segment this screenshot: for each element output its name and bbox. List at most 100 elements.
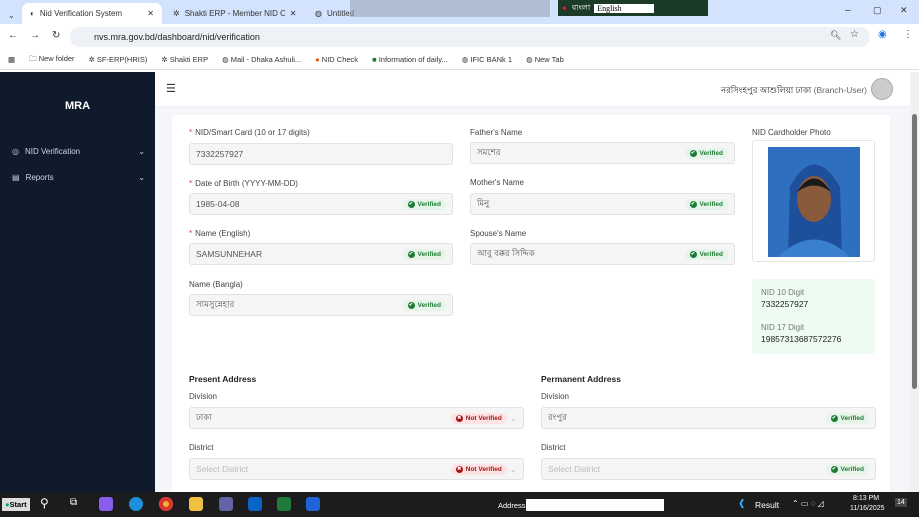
- present-division-select[interactable]: ঢাকা ✖ Not Verified ⌄: [189, 407, 524, 429]
- father-input[interactable]: সমশের ✔ Verified: [470, 142, 735, 164]
- menu-icon[interactable]: ⋮: [903, 29, 913, 40]
- name-en-input[interactable]: SAMSUNNEHAR ✔ Verified: [189, 243, 453, 265]
- avatar[interactable]: [871, 78, 893, 100]
- profile-icon[interactable]: ◉: [878, 29, 887, 40]
- table-icon: ▤: [12, 173, 20, 182]
- bookmark[interactable]: ✲ Shakti ERP: [161, 55, 208, 64]
- verified-badge: ✔ Verified: [684, 248, 728, 260]
- floating-toolbar[interactable]: [350, 0, 550, 17]
- name-bn-input[interactable]: সামসুন্নেহার ✔ Verified: [189, 294, 453, 316]
- back-icon[interactable]: ←: [8, 30, 18, 41]
- tab-bar: ⌄ ◐ Nid Verification System ✕ ✲ Shakti ERP …: [0, 0, 919, 24]
- not-verified-badge: ✖ Not Verified: [450, 412, 507, 424]
- sidebar: MRA ◎ NID Verification ⌄ ▤ Reports ⌄: [0, 72, 155, 492]
- zoom-icon[interactable]: 🔍︎: [830, 30, 841, 41]
- tray-icons[interactable]: ⌃ ▭ ◌ ◿: [792, 499, 824, 508]
- father-label: Father's Name: [470, 128, 523, 137]
- sidebar-item-nid-verification[interactable]: ◎ NID Verification ⌄: [12, 147, 145, 156]
- dob-input[interactable]: 1985-04-08 ✔ Verified: [189, 193, 453, 215]
- notification-badge[interactable]: 14: [895, 498, 907, 507]
- scrollbar-thumb[interactable]: [912, 114, 917, 389]
- photo-frame: [752, 140, 875, 262]
- url-input[interactable]: nvs.mra.gov.bd/dashboard/nid/verificatio…: [70, 27, 870, 47]
- search-icon[interactable]: ⚲: [40, 496, 49, 510]
- maximize-button[interactable]: ▢: [873, 5, 882, 16]
- sidebar-item-reports[interactable]: ▤ Reports ⌄: [12, 173, 145, 182]
- present-district-select[interactable]: Select District ✖ Not Verified ⌄: [189, 458, 524, 480]
- close-icon[interactable]: ✕: [290, 9, 297, 18]
- nid-label: NID/Smart Card (10 or 17 digits): [195, 128, 310, 137]
- photo-label: NID Cardholder Photo: [752, 128, 831, 137]
- forward-icon[interactable]: →: [30, 30, 40, 41]
- menu-toggle-icon[interactable]: ☰: [166, 82, 176, 95]
- shakti-icon: ✲: [173, 9, 180, 18]
- start-button[interactable]: ● Start: [2, 498, 30, 511]
- result-icon: ❰: [738, 498, 746, 508]
- taskbar: ● Start ⚲ ⧉ Address ❰ Result ⌃ ▭ ◌ ◿ 8:13…: [0, 492, 919, 517]
- copilot-icon[interactable]: [99, 497, 113, 511]
- bookmark[interactable]: ✲ SF-ERP(HRIS): [89, 55, 148, 64]
- verified-badge: ✔ Verified: [684, 147, 728, 159]
- globe-icon: ◍: [315, 9, 322, 18]
- permanent-division-select[interactable]: রংপুর ✔ Verified: [541, 407, 876, 429]
- spouse-input[interactable]: আবু বক্কর সিদ্দিক ✔ Verified: [470, 243, 735, 265]
- star-icon[interactable]: ☆: [850, 29, 859, 40]
- address-bar: ← → ↻ nvs.mra.gov.bd/dashboard/nid/verif…: [0, 24, 919, 50]
- taskbar-address-input[interactable]: [526, 499, 664, 511]
- file-explorer-icon[interactable]: [189, 497, 203, 511]
- excel-icon[interactable]: [277, 497, 291, 511]
- verified-badge: ✔ Verified: [825, 463, 869, 475]
- verified-badge: ✔ Verified: [402, 248, 446, 260]
- edge-icon[interactable]: [129, 497, 143, 511]
- not-verified-badge: ✖ Not Verified: [450, 463, 507, 475]
- nid-numbers-panel: NID 10 Digit 7332257927 NID 17 Digit 198…: [752, 279, 875, 354]
- address-label: Address: [498, 501, 526, 510]
- language-select[interactable]: English: [594, 3, 655, 13]
- outlook-icon[interactable]: [248, 497, 262, 511]
- mother-label: Mother's Name: [470, 178, 524, 187]
- bookmark[interactable]: ◍ New Tab: [526, 55, 564, 64]
- bookmark[interactable]: ■ Information of daily...: [372, 55, 448, 64]
- tab-search-button[interactable]: ⌄: [0, 5, 23, 26]
- minimize-button[interactable]: –: [845, 5, 851, 16]
- chevron-down-icon: ⌄: [509, 412, 517, 423]
- apps-icon[interactable]: ▦: [8, 55, 15, 64]
- close-window-button[interactable]: ✕: [900, 5, 908, 16]
- task-view-icon[interactable]: ⧉: [70, 497, 77, 508]
- globe-icon: ◐: [30, 9, 35, 18]
- logo: MRA: [64, 100, 91, 112]
- scrollbar[interactable]: [910, 72, 919, 492]
- dob-label: Date of Birth (YYYY-MM-DD): [195, 179, 298, 188]
- result-label[interactable]: Result: [755, 500, 779, 510]
- bookmark[interactable]: ● NID Check: [315, 55, 358, 64]
- verified-badge: ✔ Verified: [684, 198, 728, 210]
- tab-shakti-erp[interactable]: ✲Shakti ERP - Member NID Or S...✕: [165, 3, 305, 24]
- bookmarks-bar: ▦ 🗀 New folder ✲ SF-ERP(HRIS) ✲ Shakti E…: [0, 50, 919, 70]
- clock-date[interactable]: 11/16/2025: [850, 505, 885, 512]
- bookmark[interactable]: ◍ IFIC BANk 1: [462, 55, 512, 64]
- bookmark[interactable]: 🗀 New folder: [29, 53, 74, 66]
- nid-input[interactable]: 7332257927: [189, 143, 453, 165]
- permanent-district-select[interactable]: Select District ✔ Verified: [541, 458, 876, 480]
- teams-icon[interactable]: [219, 497, 233, 511]
- reload-icon[interactable]: ↻: [52, 30, 60, 41]
- name-en-label: Name (English): [195, 229, 251, 238]
- bookmark[interactable]: ◍ Mail - Dhaka Ashuli...: [222, 55, 301, 64]
- permanent-address-title: Permanent Address: [541, 374, 621, 384]
- chevron-down-icon: ⌄: [509, 463, 517, 474]
- verified-badge: ✔ Verified: [402, 299, 446, 311]
- tab-nid-verification[interactable]: ◐ Nid Verification System ✕: [22, 3, 162, 24]
- mother-input[interactable]: মিনু ✔ Verified: [470, 193, 735, 215]
- bird-icon: ✦: [561, 3, 568, 13]
- chevron-down-icon: ⌄: [138, 147, 145, 156]
- word-icon[interactable]: [306, 497, 320, 511]
- chrome-icon[interactable]: [159, 497, 173, 511]
- name-bn-label: Name (Bangla): [189, 280, 243, 289]
- verified-badge: ✔ Verified: [402, 198, 446, 210]
- spouse-label: Spouse's Name: [470, 229, 527, 238]
- cardholder-photo: [768, 147, 860, 257]
- language-bar[interactable]: ✦ বাংলা English: [558, 0, 708, 16]
- present-address-title: Present Address: [189, 374, 257, 384]
- clock-time[interactable]: 8:13 PM: [853, 495, 879, 502]
- close-icon[interactable]: ✕: [147, 9, 154, 18]
